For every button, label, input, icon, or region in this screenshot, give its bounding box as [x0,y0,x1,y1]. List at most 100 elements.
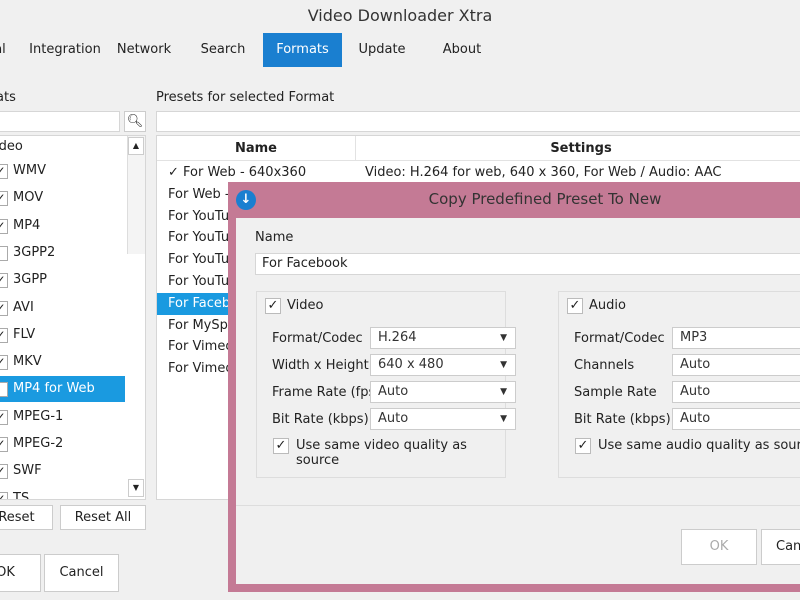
select-value: Auto [680,411,711,426]
format-label: AVI [13,299,34,315]
format-checkbox[interactable]: ✓ [0,355,8,371]
window-title: Video Downloader Xtra [307,6,493,25]
format-item[interactable]: ✓ MKV [0,349,125,375]
format-label: MPEG-1 [13,408,64,424]
video-label: Video [287,298,324,313]
format-checkbox[interactable]: ✓ [0,409,8,425]
presets-search-input[interactable] [156,111,800,132]
format-checkbox[interactable]: ✓ [0,327,8,343]
format-checkbox[interactable]: ✓ [0,191,8,207]
video-field-label: Frame Rate (fps) [272,385,381,400]
format-label: MP4 for Web [13,381,95,397]
same-audio-quality-label: Use same audio quality as source [598,438,800,453]
audio-group: ✓ Audio Format/Codec MP3▼ Channels Auto▼ Sam… [558,291,800,478]
same-video-quality-label: Use same video quality as source [296,438,467,468]
name-input[interactable]: For Facebook [255,253,800,275]
video-field-select[interactable]: Auto ▼ [370,408,516,430]
format-label: FLV [13,326,36,342]
audio-field-label: Bit Rate (kbps) [574,412,671,427]
col-settings-header[interactable]: Settings [356,136,800,161]
tab-search[interactable]: Search [192,33,254,67]
format-item[interactable]: ✓ MPEG-2 [0,431,125,457]
video-field-label: Width x Height [272,358,369,373]
format-item[interactable]: ✓ MPEG-1 [0,404,125,430]
format-item[interactable]: ✓ 3GPP [0,267,125,293]
format-item[interactable]: ✓ SWF [0,458,125,484]
format-item[interactable]: ✓ MP4 for Web [0,376,125,403]
preset-row[interactable]: ✓ For Web - 640x360 Video: H.264 for web,… [157,162,799,184]
format-item[interactable]: ✓ MP4 [0,213,125,239]
format-item[interactable]: ✓ WMV [0,158,125,184]
same-audio-quality-checkbox[interactable]: ✓ [575,438,591,454]
format-item[interactable]: ✓ AVI [0,295,125,321]
tab-update[interactable]: Update [350,33,414,67]
format-label: SWF [13,463,42,479]
formats-list: ideo ✓WMV✓MOV✓MP43GPP2✓3GPP✓AVI✓FLV✓MKV✓… [0,135,146,500]
same-video-quality-checkbox[interactable]: ✓ [273,438,289,454]
format-label: TS [13,490,30,500]
chevron-down-icon: ▼ [500,387,507,397]
format-checkbox[interactable] [0,245,8,261]
formats-search-input[interactable] [0,111,120,132]
format-label: MP4 [13,217,41,233]
chevron-down-icon: ▼ [500,333,507,343]
video-field-select[interactable]: Auto ▼ [370,381,516,403]
format-checkbox[interactable]: ✓ [0,437,8,452]
audio-field-label: Format/Codec [574,331,665,346]
search-icon: 🔍︎ [126,114,144,129]
format-checkbox[interactable]: ✓ [0,164,8,179]
video-field-select[interactable]: H.264 ▼ [370,327,516,349]
tab-integration[interactable]: Integration [24,33,106,67]
format-label: MOV [13,190,44,206]
search-button[interactable]: 🔍︎ [124,111,146,132]
format-checkbox[interactable]: ✓ [0,273,8,289]
copy-preset-dialog: ↓ Copy Predefined Preset To New Name For… [228,182,800,592]
format-item[interactable]: 3GPP2 [0,240,125,266]
format-label: MPEG-2 [13,436,64,451]
chevron-down-icon: ▼ [500,360,507,370]
format-item[interactable]: ✓ FLV [0,322,125,348]
dialog-ok-button[interactable]: OK [681,529,757,565]
video-field-label: Bit Rate (kbps) [272,412,369,427]
video-checkbox[interactable]: ✓ [265,298,281,314]
group-video: ideo [0,139,23,154]
format-item[interactable]: ✓ MOV [0,185,125,211]
format-checkbox[interactable]: ✓ [0,300,8,316]
select-value: 640 x 480 [378,357,444,372]
format-label: MKV [13,354,42,370]
ok-button[interactable]: OK [0,554,41,592]
select-value: MP3 [680,330,708,345]
tab-general[interactable]: al [0,33,10,67]
format-checkbox[interactable]: ✓ [0,464,8,480]
audio-checkbox[interactable]: ✓ [567,298,583,314]
divider [236,505,800,506]
select-value: H.264 [378,330,417,345]
audio-label: Audio [589,298,626,313]
tab-formats[interactable]: Formats [263,33,342,67]
audio-field-select[interactable]: Auto▼ [672,381,800,403]
audio-field-select[interactable]: Auto▼ [672,354,800,376]
video-field-label: Format/Codec [272,331,363,346]
video-field-select[interactable]: 640 x 480 ▼ [370,354,516,376]
format-item[interactable]: ✓ TS [0,486,125,500]
cancel-button[interactable]: Cancel [44,554,119,592]
scroll-up-icon[interactable]: ▲ [128,137,144,155]
format-checkbox[interactable]: ✓ [0,218,8,234]
dialog-body: Name For Facebook ✓ Video Format/Codec H.… [236,218,800,584]
format-label: 3GPP [13,272,48,288]
presets-label: Presets for selected Format [156,90,335,105]
tab-about[interactable]: About [432,33,492,67]
dialog-cancel-button[interactable]: Can [761,529,800,565]
audio-field-select[interactable]: MP3▼ [672,327,800,349]
col-name-header[interactable]: Name [157,136,356,161]
select-value: Auto [680,357,711,372]
reset-button[interactable]: Reset [0,505,53,530]
format-checkbox[interactable]: ✓ [0,382,8,398]
preset-name: ✓ For Web - 640x360 [168,165,307,180]
tab-network[interactable]: Network [110,33,178,67]
audio-field-select[interactable]: Auto▼ [672,408,800,430]
reset-all-button[interactable]: Reset All [60,505,146,530]
scroll-down-icon[interactable]: ▼ [128,479,144,497]
format-checkbox[interactable]: ✓ [0,491,8,499]
preset-settings: Video: H.264 for web, 640 x 360, For Web… [365,165,722,180]
